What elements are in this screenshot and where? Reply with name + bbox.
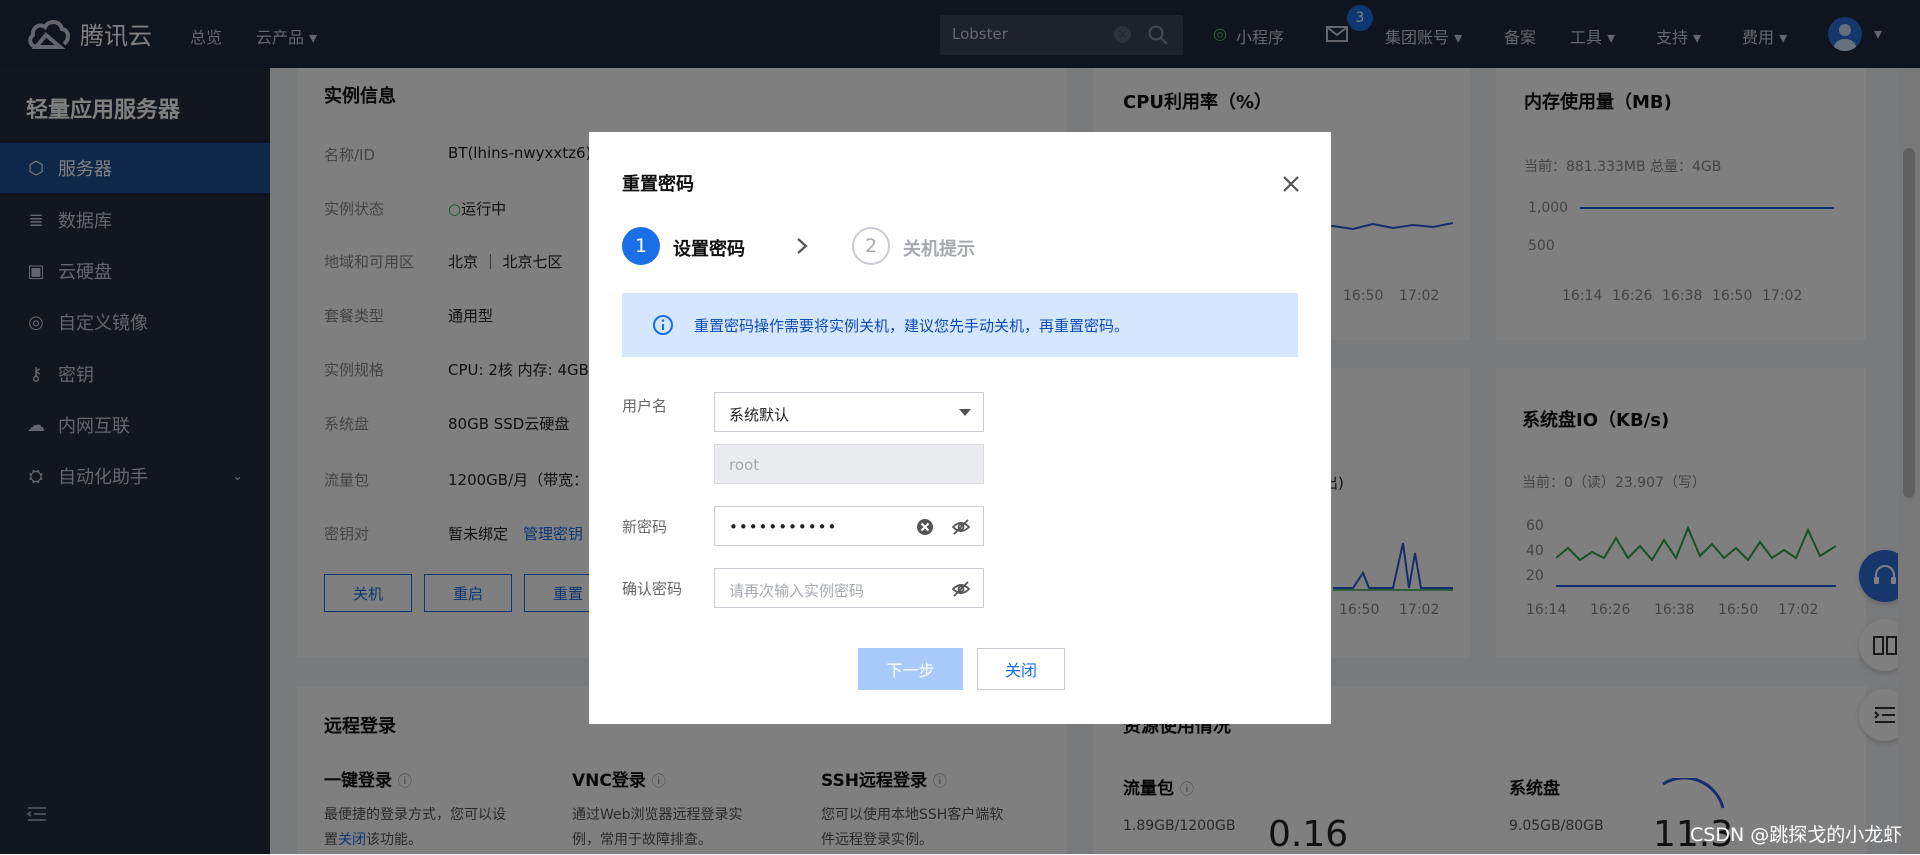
eye-slash-icon[interactable] [951,579,971,599]
dialog-title: 重置密码 [622,174,694,195]
new-password-field[interactable]: ••••••••••• [714,506,984,546]
username-field: root [714,444,984,484]
step-2-number: 2 [852,227,890,265]
clear-icon[interactable] [915,517,935,537]
watermark: CSDN @跳探戈的小龙虾 [1690,824,1903,846]
caret-down-icon [959,409,971,416]
step-2-label: 关机提示 [903,239,975,260]
info-banner: 重置密码操作需要将实例关机，建议您先手动关机，再重置密码。 [622,293,1298,357]
close-icon[interactable] [1279,172,1303,196]
eye-slash-icon[interactable] [951,517,971,537]
new-password-label: 新密码 [622,518,668,536]
info-icon [653,315,673,335]
confirm-password-field[interactable]: 请再次输入实例密码 [714,568,984,608]
username-label: 用户名 [622,397,668,415]
step-1-label: 设置密码 [673,239,745,260]
step-1-number: 1 [622,227,660,265]
reset-password-dialog: 重置密码 1 设置密码 2 关机提示 重置密码操作需要将实例关机，建议您先手动关… [589,132,1331,724]
confirm-password-label: 确认密码 [622,580,683,598]
info-text: 重置密码操作需要将实例关机，建议您先手动关机，再重置密码。 [694,317,1130,335]
chevron-right-icon [797,238,808,254]
close-dialog-button[interactable]: 关闭 [977,648,1065,690]
username-select[interactable]: 系统默认 [714,392,984,432]
next-step-button[interactable]: 下一步 [858,648,963,690]
